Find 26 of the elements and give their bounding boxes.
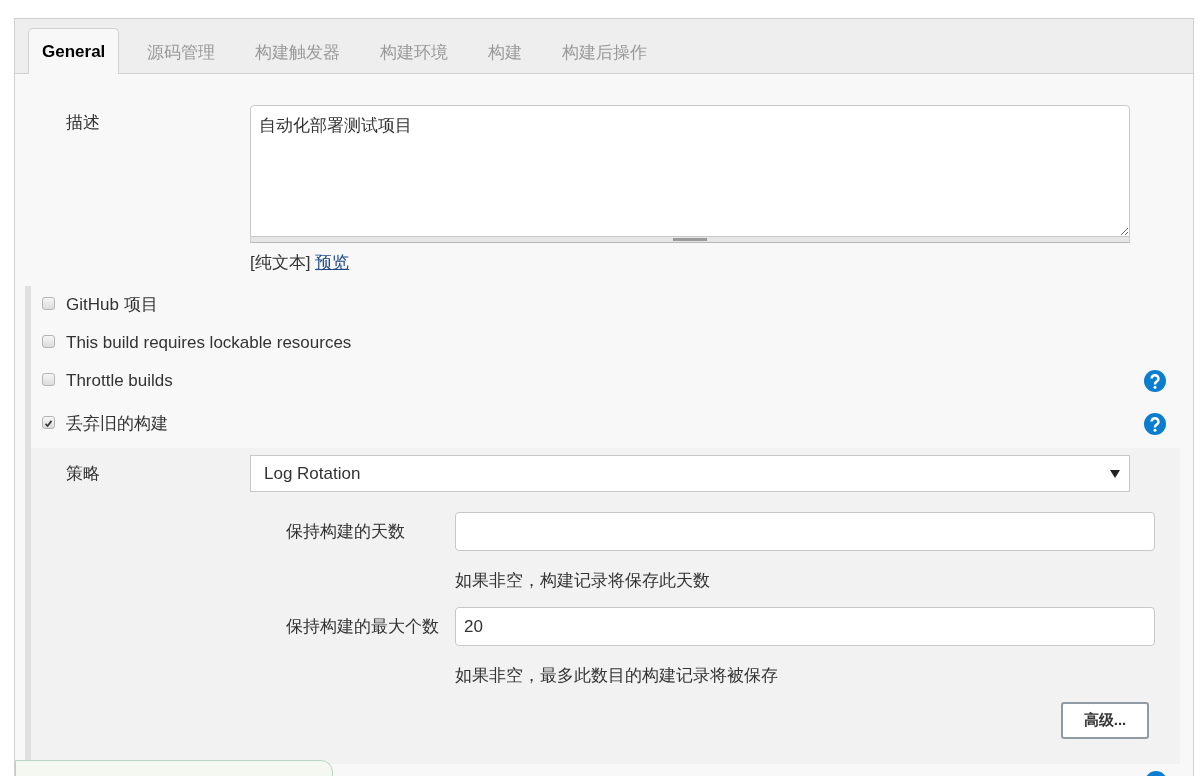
checkbox-label: 丢弃旧的构建 xyxy=(66,413,168,435)
resize-handle[interactable] xyxy=(250,237,1130,243)
preview-link[interactable]: 预览 xyxy=(315,253,350,272)
input-field[interactable]: 20 xyxy=(455,607,1155,646)
caret-icon xyxy=(1110,469,1120,478)
field-label: 描述 xyxy=(66,112,101,134)
advanced-button[interactable]: 高级... xyxy=(1061,702,1149,739)
checkbox-label: GitHub 项目 xyxy=(66,294,158,316)
input-field[interactable] xyxy=(455,512,1155,551)
format-note: [纯文本] 预览 xyxy=(250,252,351,274)
help-icon[interactable] xyxy=(1144,370,1166,392)
field-label: 策略 xyxy=(66,463,101,485)
help-icon[interactable] xyxy=(1144,413,1166,435)
field-label: 保持构建的天数 xyxy=(286,520,406,543)
checkbox[interactable] xyxy=(42,334,55,348)
dropdown[interactable]: Log Rotation xyxy=(250,455,1130,492)
description-field[interactable]: 自动化部署测试项目 xyxy=(250,105,1130,237)
hint-text: 如果非空，最多此数目的构建记录将被保存 xyxy=(455,665,778,687)
field-label: 保持构建的最大个数 xyxy=(286,615,440,638)
checkbox[interactable] xyxy=(42,372,55,386)
checkbox-label: Throttle builds xyxy=(66,370,173,392)
checkbox[interactable] xyxy=(42,296,55,310)
hint-text: 如果非空，构建记录将保存此天数 xyxy=(455,570,710,592)
checkbox-label: This build requires lockable resources xyxy=(66,332,352,354)
checkbox[interactable] xyxy=(42,415,55,429)
tab[interactable]: General xyxy=(28,28,120,74)
